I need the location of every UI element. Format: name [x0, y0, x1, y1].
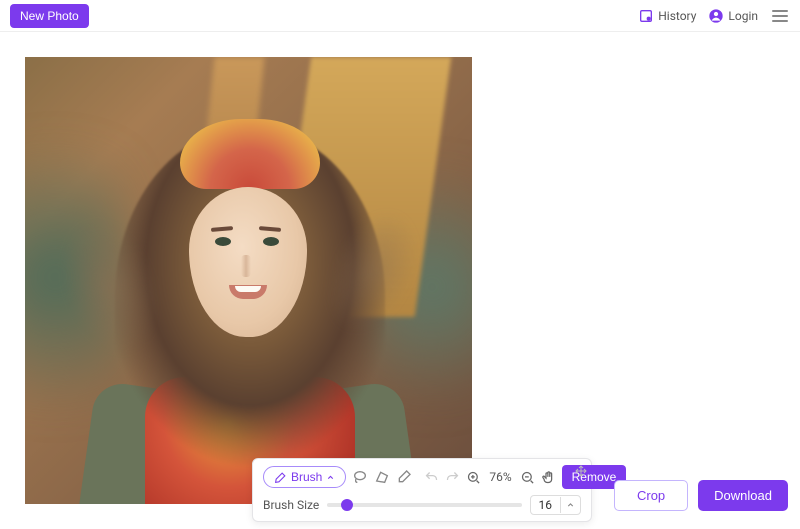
brush-tool-button[interactable]: Brush [263, 466, 346, 488]
editor-toolbar: Brush [252, 458, 592, 522]
brush-size-row: Brush Size 16 [263, 495, 581, 515]
undo-icon [424, 466, 439, 488]
new-photo-button[interactable]: New Photo [10, 4, 89, 28]
portrait-image [25, 57, 472, 504]
brush-icon [274, 471, 287, 484]
brush-size-stepper[interactable]: 16 [530, 495, 582, 515]
move-handle-icon[interactable] [575, 465, 587, 477]
tool-row-main: Brush [263, 465, 581, 489]
user-icon [708, 8, 724, 24]
app-header: New Photo History Login [0, 0, 800, 32]
brush-size-label: Brush Size [263, 498, 319, 512]
brush-size-slider-thumb[interactable] [341, 499, 353, 511]
brush-size-value: 16 [531, 496, 561, 514]
zoom-percent-label: 76% [487, 470, 513, 484]
brush-size-slider[interactable] [327, 503, 521, 507]
history-button[interactable]: History [638, 8, 696, 24]
redo-icon [445, 466, 460, 488]
login-label: Login [728, 9, 758, 23]
zoom-in-icon[interactable] [466, 466, 481, 488]
crop-button[interactable]: Crop [614, 480, 688, 511]
polygon-tool-icon[interactable] [374, 466, 390, 488]
download-button[interactable]: Download [698, 480, 788, 511]
history-label: History [658, 9, 696, 23]
menu-icon[interactable] [770, 8, 790, 24]
login-button[interactable]: Login [708, 8, 758, 24]
header-right-group: History Login [638, 8, 790, 24]
actions-group: Crop Download [614, 480, 788, 511]
chevron-up-icon[interactable] [560, 497, 580, 513]
photo-canvas[interactable] [25, 57, 472, 504]
zoom-out-icon[interactable] [520, 466, 535, 488]
hand-pan-icon[interactable] [541, 466, 556, 488]
lasso-tool-icon[interactable] [352, 466, 368, 488]
brush-label: Brush [291, 470, 322, 484]
history-icon [638, 8, 654, 24]
eraser-tool-icon[interactable] [396, 466, 412, 488]
chevron-up-icon [326, 473, 335, 482]
